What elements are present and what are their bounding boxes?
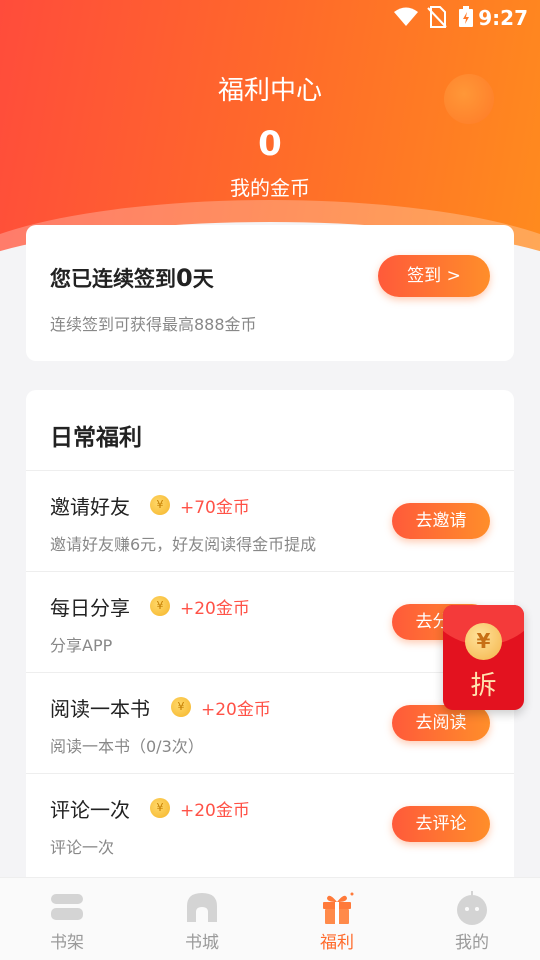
tab-bookshelf[interactable]: 书架: [27, 878, 107, 960]
signin-prefix: 您已连续签到: [50, 267, 176, 291]
signin-streak-text: 您已连续签到0天: [50, 263, 214, 293]
task-name: 邀请好友: [50, 495, 130, 519]
daily-benefits-card: 日常福利 邀请好友 ¥ +70金币 邀请好友赚6元，好友阅读得金币提成 去邀请 …: [26, 390, 514, 890]
bookshelf-icon: [51, 894, 83, 920]
task-reward: +20金币: [180, 801, 250, 821]
tab-label: 书架: [50, 933, 84, 953]
read-button[interactable]: 去阅读: [392, 705, 490, 741]
no-sim-icon: [427, 6, 447, 28]
task-comment: 评论一次 ¥ +20金币 评论一次 去评论: [26, 773, 514, 874]
gift-icon: [323, 892, 354, 924]
signin-suffix: 天: [192, 267, 214, 291]
tab-label: 我的: [455, 933, 489, 953]
task-name: 评论一次: [50, 798, 130, 822]
signin-subtitle: 连续签到可获得最高888金币: [50, 315, 257, 334]
task-desc: 阅读一本书（0/3次）: [50, 737, 204, 756]
task-reward: +20金币: [201, 700, 271, 720]
wifi-icon: [394, 7, 418, 26]
red-packet-label: 拆: [470, 671, 497, 701]
coin-icon: ¥: [150, 495, 170, 515]
task-desc: 分享APP: [50, 636, 113, 655]
tab-benefits[interactable]: 福利: [297, 878, 377, 960]
coin-balance-label: 我的金币: [230, 176, 310, 200]
signin-card: 您已连续签到0天 连续签到可获得最高888金币 签到 >: [26, 225, 514, 361]
signin-button[interactable]: 签到 >: [378, 255, 490, 297]
bottom-tab-bar: 书架 书城 福利 我的: [0, 877, 540, 960]
battery-charging-icon: [459, 6, 473, 27]
task-desc: 评论一次: [50, 838, 115, 857]
task-name: 阅读一本书: [50, 697, 150, 721]
task-read-book: 阅读一本书 ¥ +20金币 阅读一本书（0/3次） 去阅读: [26, 672, 514, 773]
task-reward: +70金币: [180, 498, 250, 518]
tab-bookstore[interactable]: 书城: [162, 878, 242, 960]
task-name: 每日分享: [50, 596, 130, 620]
tab-label: 福利: [320, 933, 354, 953]
coin-icon: ¥: [150, 596, 170, 616]
page-title: 福利中心: [217, 76, 322, 106]
coin-balance: 0: [258, 124, 282, 164]
profile-icon: [457, 891, 487, 925]
red-packet-button[interactable]: ¥ 拆: [443, 605, 524, 710]
task-daily-share: 每日分享 ¥ +20金币 分享APP 去分享: [26, 571, 514, 672]
tab-profile[interactable]: 我的: [432, 878, 512, 960]
signin-days: 0: [176, 264, 193, 292]
bookstore-icon: [187, 893, 217, 922]
yuan-coin-icon: ¥: [465, 623, 502, 660]
task-desc: 邀请好友赚6元，好友阅读得金币提成: [50, 535, 317, 554]
task-invite-friends: 邀请好友 ¥ +70金币 邀请好友赚6元，好友阅读得金币提成 去邀请: [26, 470, 514, 571]
task-reward: +20金币: [180, 599, 250, 619]
daily-benefits-title: 日常福利: [50, 425, 142, 451]
status-time: 9:27: [478, 6, 528, 30]
coin-icon: ¥: [150, 798, 170, 818]
coin-icon: ¥: [171, 697, 191, 717]
invite-button[interactable]: 去邀请: [392, 503, 490, 539]
tab-label: 书城: [185, 933, 219, 953]
comment-button[interactable]: 去评论: [392, 806, 490, 842]
status-bar: 9:27: [0, 0, 540, 36]
